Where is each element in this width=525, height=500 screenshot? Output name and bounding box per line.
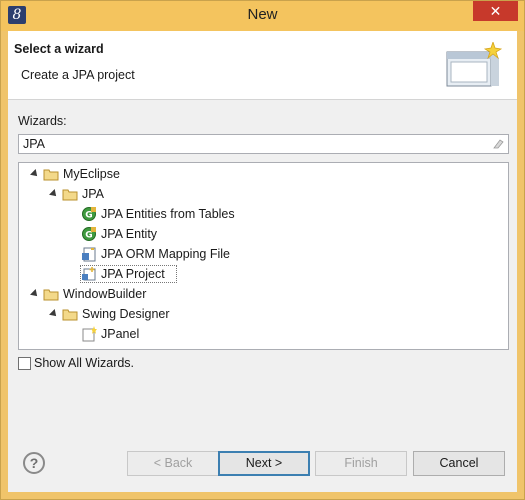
header-title: Select a wizard	[14, 42, 104, 56]
tree-item-jpa-entity[interactable]: G JPA Entity	[19, 224, 319, 244]
tree-item-swing-designer[interactable]: Swing Designer	[19, 304, 319, 324]
jpa-entity-icon: G	[82, 207, 96, 221]
tree-item-label: JPA Entities from Tables	[101, 207, 235, 221]
jpa-project-icon	[82, 267, 96, 281]
wizard-header: Select a wizard Create a JPA project	[8, 31, 517, 100]
expanded-twisty-icon[interactable]	[30, 289, 40, 299]
orm-file-icon	[82, 247, 96, 262]
show-all-wizards-checkbox[interactable]	[18, 357, 31, 370]
dialog-client: Select a wizard Create a JPA project Wiz…	[8, 31, 517, 492]
title-bar[interactable]: 8 New ✕	[0, 0, 525, 31]
tree-item-label: MyEclipse	[63, 167, 120, 181]
filter-text: JPA	[23, 137, 45, 151]
folder-icon	[62, 189, 78, 201]
back-button[interactable]: < Back	[127, 451, 219, 476]
close-button[interactable]: ✕	[473, 1, 518, 21]
jpanel-icon	[82, 326, 97, 342]
tree-item-label: JPA Project	[101, 267, 165, 281]
tree-item-windowbuilder[interactable]: WindowBuilder	[19, 284, 319, 304]
tree-item-jpa-project[interactable]: JPA Project	[19, 264, 319, 284]
tree-item-label: JPA	[82, 187, 104, 201]
folder-icon	[43, 169, 59, 181]
show-all-wizards-label: Show All Wizards.	[34, 356, 135, 370]
expanded-twisty-icon[interactable]	[30, 169, 40, 179]
tree-item-label: JPA Entity	[101, 227, 158, 241]
wizard-tree[interactable]: MyEclipse JPA G JPA Entities from Tables…	[18, 162, 509, 350]
next-button[interactable]: Next >	[218, 451, 310, 476]
help-icon[interactable]: ?	[23, 452, 45, 474]
new-wizard-banner-icon	[446, 42, 503, 87]
folder-icon	[62, 309, 78, 321]
tree-item-jpa-folder[interactable]: JPA	[19, 184, 319, 204]
tree-item-label: JPA ORM Mapping File	[101, 247, 230, 261]
clear-filter-icon[interactable]	[492, 138, 504, 150]
header-description: Create a JPA project	[21, 68, 135, 82]
finish-button[interactable]: Finish	[315, 451, 407, 476]
expanded-twisty-icon[interactable]	[49, 189, 59, 199]
jpa-entity-icon: G	[82, 227, 96, 241]
cancel-button[interactable]: Cancel	[413, 451, 505, 476]
tree-item-jpa-entities-from-tables[interactable]: G JPA Entities from Tables	[19, 204, 319, 224]
window-title: New	[247, 6, 278, 23]
expanded-twisty-icon[interactable]	[49, 309, 59, 319]
tree-item-label: WindowBuilder	[63, 287, 147, 301]
tree-item-jpanel[interactable]: JPanel	[19, 324, 319, 344]
wizards-label: Wizards:	[18, 114, 67, 128]
tree-item-jpa-orm-mapping-file[interactable]: JPA ORM Mapping File	[19, 244, 319, 264]
wizard-filter-input[interactable]: JPA	[18, 134, 509, 154]
tree-item-label: Swing Designer	[82, 307, 170, 321]
tree-item-label: JPanel	[101, 327, 140, 341]
folder-icon	[43, 289, 59, 301]
tree-item-myeclipse[interactable]: MyEclipse	[19, 164, 319, 184]
new-wizard-window: 8 New ✕ Select a wizard Create a JPA pro…	[0, 0, 525, 500]
